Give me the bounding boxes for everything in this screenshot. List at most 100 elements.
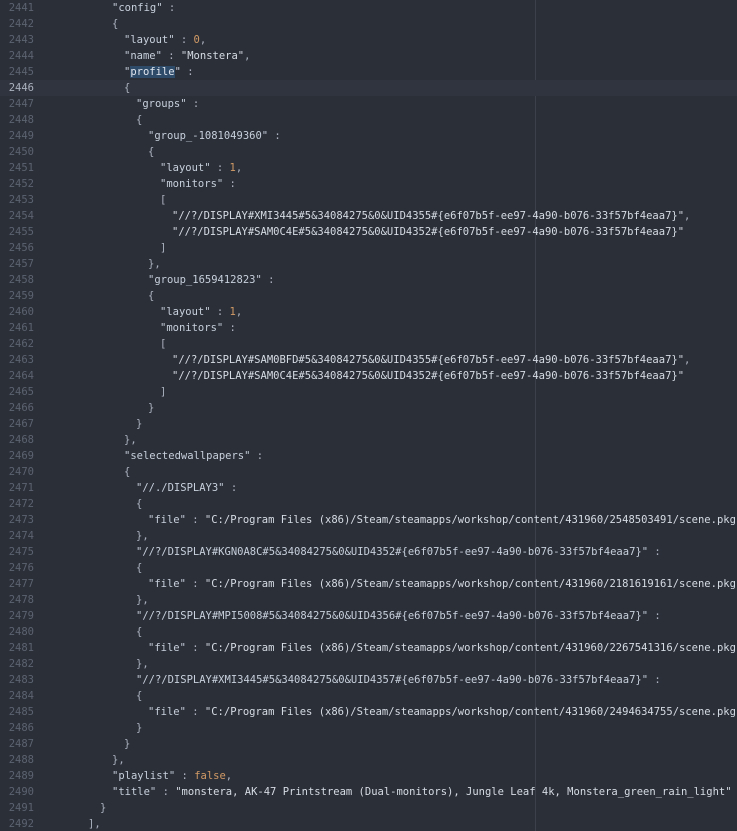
code-line[interactable]: 2485 "file" : "C:/Program Files (x86)/Ste…	[0, 704, 737, 720]
code-line[interactable]: 2456]	[0, 240, 737, 256]
code-line[interactable]: 2455 "//?/DISPLAY#SAM0C4E#5&34084275&0&UI…	[0, 224, 737, 240]
token-key: "name"	[124, 50, 162, 62]
line-number: 2469	[8, 450, 34, 462]
line-code: },	[136, 592, 149, 608]
code-line[interactable]: 2458 "group_1659412823" :	[0, 272, 737, 288]
line-code: {	[136, 624, 142, 640]
code-line[interactable]: 2462 [	[0, 336, 737, 352]
code-line[interactable]: 2482},	[0, 656, 737, 672]
token-punct: :	[174, 34, 194, 46]
code-line[interactable]: 2476 {	[0, 560, 737, 576]
line-number: 2447	[8, 98, 34, 110]
code-line[interactable]: 2486}	[0, 720, 737, 736]
code-line[interactable]: 2452 "monitors" :	[0, 176, 737, 192]
code-editor[interactable]: 2441 "config" : 2442{2443 "layout" : 0, 244…	[0, 0, 737, 831]
code-line[interactable]: 2444 "name" : "Monstera",	[0, 48, 737, 64]
line-number: 2452	[8, 178, 34, 190]
token-key: "//?/DISPLAY#XMI3445#5&34084275&0&UID435…	[136, 674, 649, 686]
code-line[interactable]: 2487}	[0, 736, 737, 752]
line-number: 2475	[8, 546, 34, 558]
token-str: "C:/Program Files (x86)/Steam/steamapps/…	[204, 706, 737, 718]
token-punct: ,	[244, 50, 251, 62]
code-line[interactable]: 2448 {	[0, 112, 737, 128]
line-code: "layout" : 1,	[160, 160, 242, 176]
code-line[interactable]: 2467}	[0, 416, 737, 432]
line-code: ]	[160, 240, 166, 256]
token-punct: :	[268, 130, 288, 142]
code-line[interactable]: 2479 "//?/DISPLAY#MPI5008#5&34084275&0&UI…	[0, 608, 737, 624]
code-line[interactable]: 2470 {	[0, 464, 737, 480]
token-punct: },	[136, 658, 149, 670]
line-number: 2446	[8, 82, 34, 94]
line-code: },	[136, 656, 149, 672]
code-line[interactable]: 2441 "config" :	[0, 0, 737, 16]
code-line[interactable]: 2454 "//?/DISPLAY#XMI3445#5&34084275&0&UI…	[0, 208, 737, 224]
code-line[interactable]: 2473 "file" : "C:/Program Files (x86)/Ste…	[0, 512, 737, 528]
token-punct: {	[124, 82, 131, 94]
code-line[interactable]: 2471 "//./DISPLAY3" :	[0, 480, 737, 496]
code-line[interactable]: 2474},	[0, 528, 737, 544]
code-line[interactable]: 2449 "group_-1081049360" :	[0, 128, 737, 144]
line-number: 2487	[8, 738, 34, 750]
line-code: [	[160, 336, 166, 352]
code-line[interactable]: 2492],	[0, 816, 737, 831]
line-number: 2472	[8, 498, 34, 510]
code-line[interactable]: 2468},	[0, 432, 737, 448]
line-number: 2470	[8, 466, 34, 478]
line-number: 2441	[8, 2, 34, 14]
token-punct: :	[261, 274, 281, 286]
token-punct: {	[148, 146, 155, 158]
token-punct: [	[160, 338, 167, 350]
token-key: "file"	[148, 578, 186, 590]
line-code: {	[148, 288, 154, 304]
code-line[interactable]: 2469 "selectedwallpapers" :	[0, 448, 737, 464]
code-line[interactable]: 2491}	[0, 800, 737, 816]
line-number: 2444	[8, 50, 34, 62]
line-code: {	[124, 464, 130, 480]
code-line[interactable]: 2453 [	[0, 192, 737, 208]
code-line[interactable]: 2481 "file" : "C:/Program Files (x86)/Ste…	[0, 640, 737, 656]
code-line[interactable]: 2445 "profile" :	[0, 64, 737, 80]
code-line[interactable]: 2464 "//?/DISPLAY#SAM0C4E#5&34084275&0&UI…	[0, 368, 737, 384]
code-line[interactable]: 2443 "layout" : 0,	[0, 32, 737, 48]
line-number: 2491	[8, 802, 34, 814]
token-punct: ,	[225, 770, 233, 782]
token-punct: ]	[160, 386, 167, 398]
line-number: 2467	[8, 418, 34, 430]
token-key: "config"	[112, 2, 163, 14]
token-key: "layout"	[124, 34, 175, 46]
code-line[interactable]: 2459 {	[0, 288, 737, 304]
token-punct: {	[112, 18, 119, 30]
line-code: ]	[160, 384, 166, 400]
code-line[interactable]: 2460 "layout" : 1,	[0, 304, 737, 320]
code-line[interactable]: 2483 "//?/DISPLAY#XMI3445#5&34084275&0&UI…	[0, 672, 737, 688]
line-code: "group_1659412823" :	[148, 272, 281, 288]
code-line[interactable]: 2447 "groups" :	[0, 96, 737, 112]
token-punct: }	[148, 402, 155, 414]
code-line[interactable]: 2490 "title" : "monstera, AK-47 Printstre…	[0, 784, 737, 800]
code-line[interactable]: 2475 "//?/DISPLAY#KGN0A8C#5&34084275&0&UI…	[0, 544, 737, 560]
line-number: 2448	[8, 114, 34, 126]
code-line[interactable]: 2489 "playlist" : false,	[0, 768, 737, 784]
code-line[interactable]: 2478},	[0, 592, 737, 608]
token-key: "groups"	[136, 98, 187, 110]
code-line[interactable]: 2466}	[0, 400, 737, 416]
code-line[interactable]: 2457},	[0, 256, 737, 272]
code-line[interactable]: 2488},	[0, 752, 737, 768]
code-line[interactable]: 2484 {	[0, 688, 737, 704]
line-number: 2462	[8, 338, 34, 350]
line-number: 2465	[8, 386, 34, 398]
code-line[interactable]: 2461 "monitors" :	[0, 320, 737, 336]
code-line[interactable]: 2442 {	[0, 16, 737, 32]
code-line[interactable]: 2480 {	[0, 624, 737, 640]
code-line[interactable]: 2451 "layout" : 1,	[0, 160, 737, 176]
token-key: "//?/DISPLAY#MPI5008#5&34084275&0&UID435…	[136, 610, 649, 622]
token-punct: }	[100, 802, 107, 814]
code-line[interactable]: 2477 "file" : "C:/Program Files (x86)/Ste…	[0, 576, 737, 592]
code-line[interactable]: 2450 {	[0, 144, 737, 160]
code-line[interactable]: 2463 "//?/DISPLAY#SAM0BFD#5&34084275&0&UI…	[0, 352, 737, 368]
code-line[interactable]: 2446 {	[0, 80, 737, 96]
token-str: "//?/DISPLAY#XMI3445#5&34084275&0&UID435…	[172, 210, 685, 222]
code-line[interactable]: 2472 {	[0, 496, 737, 512]
code-line[interactable]: 2465]	[0, 384, 737, 400]
